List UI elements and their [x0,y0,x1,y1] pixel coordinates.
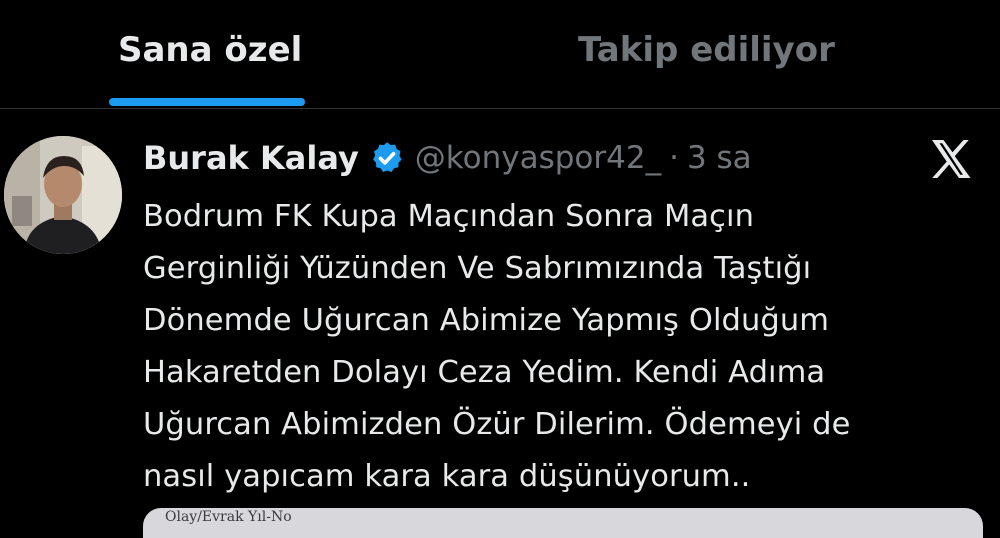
avatar[interactable] [4,136,122,254]
post-text: Bodrum FK Kupa Maçından Sonra Maçın Gerg… [143,191,973,503]
post-text-line: nasıl yapıcam kara kara düşünüyorum.. [143,459,751,494]
avatar-photo [4,136,122,254]
tab-following[interactable]: Takip ediliyor [578,30,835,70]
post-text-line: Uğurcan Abimizden Özür Dilerim. Ödemeyi … [143,407,851,442]
author-name[interactable]: Burak Kalay [143,139,359,177]
active-tab-indicator [109,98,305,106]
post-media-image[interactable]: Olay/Evrak Yıl-No [143,508,983,538]
timeline-tabs: Sana özel Takip ediliyor [0,0,1000,109]
separator-dot: · [669,140,679,176]
post-timestamp[interactable]: 3 sa [687,140,752,176]
post-text-line: Hakaretden Dolayı Ceza Yedim. Kendi Adım… [143,355,826,390]
post[interactable]: Burak Kalay @konyaspor42_ · 3 sa Bodrum … [0,109,1000,538]
media-document-text: Olay/Evrak Yıl-No [165,509,292,525]
post-header: Burak Kalay @konyaspor42_ · 3 sa [143,136,752,180]
post-text-line: Bodrum FK Kupa Maçından Sonra Maçın [143,199,755,234]
verified-badge-icon [369,140,405,176]
post-text-line: Dönemde Uğurcan Abimize Yapmış Olduğum [143,303,830,338]
post-text-line: Gerginliği Yüzünden Ve Sabrımızında Taşt… [143,251,812,286]
author-handle[interactable]: @konyaspor42_ [415,140,661,176]
x-logo-icon[interactable] [930,139,972,179]
tab-for-you[interactable]: Sana özel [118,30,302,70]
